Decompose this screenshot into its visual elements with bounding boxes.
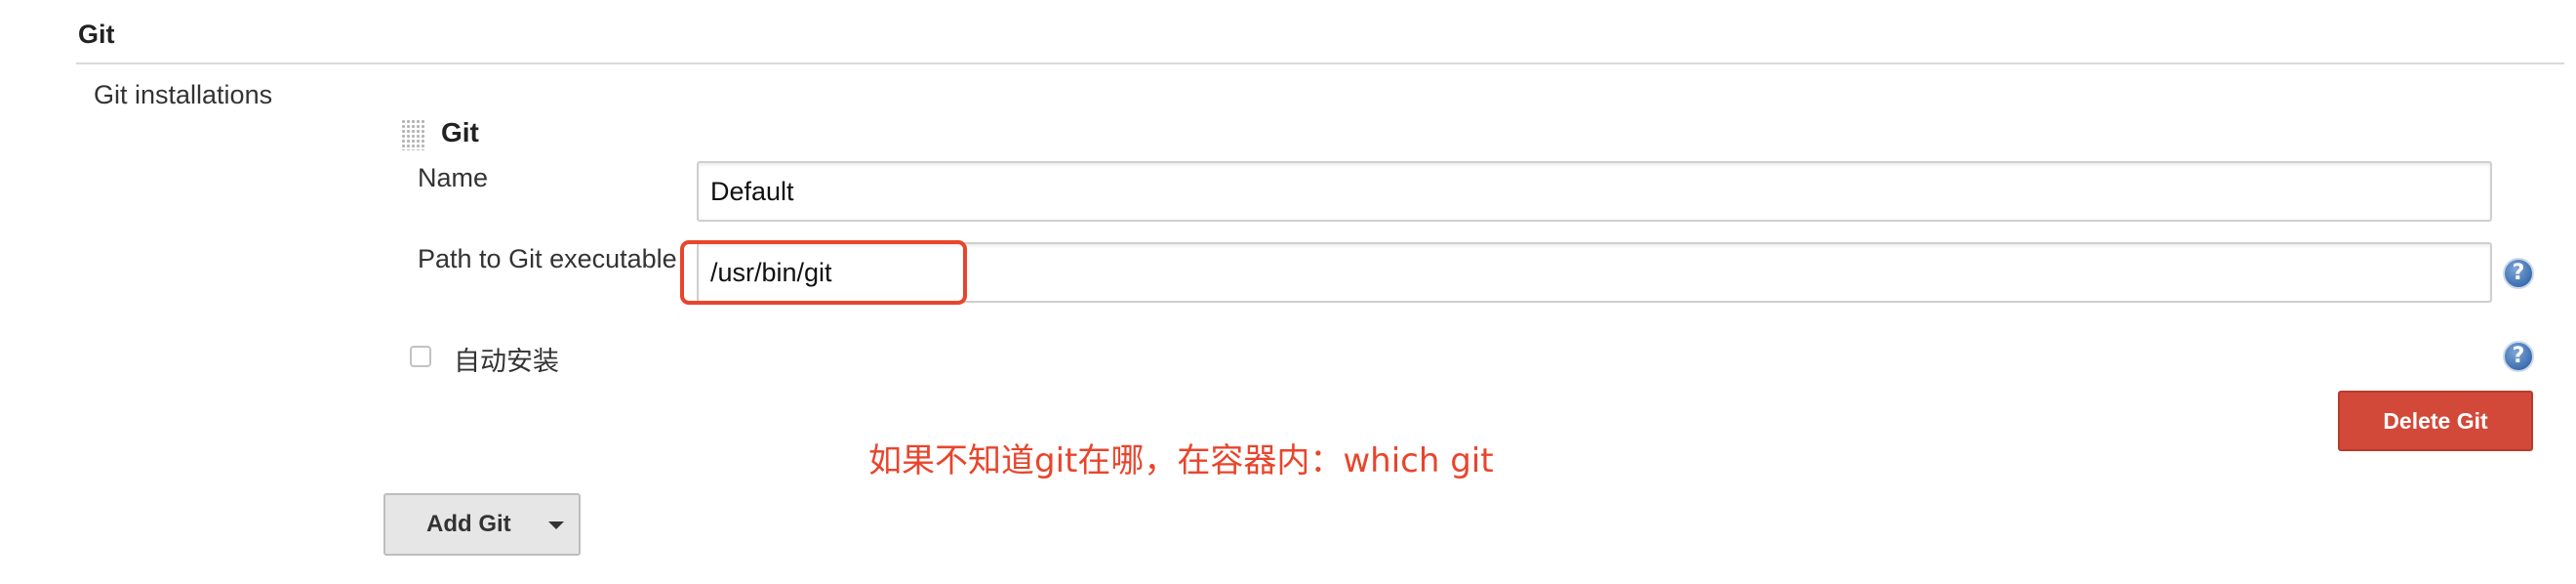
path-help-icon[interactable]: ? [2503, 258, 2534, 289]
section-divider [76, 63, 2564, 64]
add-git-label: Add Git [426, 511, 511, 537]
auto-install-help-icon[interactable]: ? [2503, 341, 2534, 372]
path-highlight-annotation [680, 240, 967, 305]
annotation-note: 如果不知道git在哪，在容器内：which git [868, 441, 1494, 480]
git-installations-label: Git installations [94, 80, 273, 109]
delete-git-button[interactable]: Delete Git [2338, 391, 2533, 451]
add-git-button[interactable]: Add Git [383, 493, 581, 556]
name-label: Name [418, 163, 489, 192]
auto-install-checkbox[interactable] [410, 346, 431, 367]
path-label: Path to Git executable [418, 244, 677, 273]
dropdown-caret-icon[interactable] [548, 521, 564, 529]
section-title: Git [78, 20, 115, 49]
name-input[interactable] [697, 161, 2492, 222]
installation-title: Git [441, 117, 479, 147]
drag-handle-icon[interactable] [401, 119, 424, 150]
auto-install-label: 自动安装 [454, 347, 559, 377]
